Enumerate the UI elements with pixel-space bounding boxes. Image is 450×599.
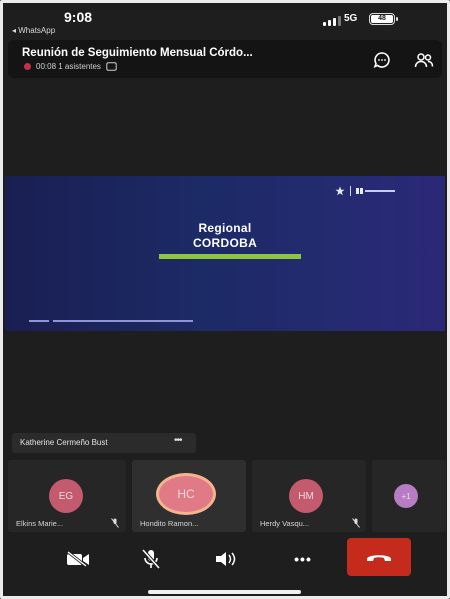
participant-tile[interactable]: HM Herdy Vasqu...: [252, 460, 366, 532]
speaker-icon: [216, 552, 236, 566]
chat-icon[interactable]: [372, 50, 392, 70]
avatar: HC: [156, 473, 216, 515]
meeting-info: 00:08 1 asistentes: [24, 62, 117, 71]
clock: 9:08: [64, 9, 93, 25]
speaker-name: Katherine Cermeño Bust: [20, 438, 108, 447]
participant-name: Herdy Vasqu...: [260, 519, 310, 528]
participant-strip: EG Elkins Marie... HC Hondito Ramon... H…: [8, 460, 450, 532]
participant-tile-overflow[interactable]: +1: [372, 460, 446, 532]
back-to-app-link[interactable]: ◂ WhatsApp: [12, 26, 55, 35]
logo-wordmark-icon: [356, 188, 395, 194]
participant-name: Elkins Marie...: [16, 519, 64, 528]
mic-off-icon: [111, 518, 119, 528]
meeting-duration-attendees: 00:08 1 asistentes: [36, 62, 101, 71]
speaker-button[interactable]: [208, 544, 244, 574]
home-indicator[interactable]: [148, 590, 301, 594]
speaker-more-options[interactable]: •••: [174, 435, 182, 446]
organization-logo: [335, 186, 396, 196]
battery-tip: [396, 17, 398, 21]
signal-icon: [323, 16, 341, 26]
status-bar: 9:08 ◂ WhatsApp 5G 48: [0, 0, 450, 40]
slide-title-line1: Regional: [198, 221, 252, 235]
recording-dot-icon: [24, 63, 31, 70]
participant-name: Hondito Ramon...: [140, 519, 199, 528]
camera-off-icon: [67, 551, 89, 567]
mic-off-icon: [352, 518, 360, 528]
hang-up-button[interactable]: [347, 538, 411, 576]
battery-icon: 48: [369, 13, 395, 25]
stop-share-icon[interactable]: [106, 62, 117, 71]
star-icon: [335, 186, 345, 196]
mic-off-icon: [141, 548, 161, 570]
network-type: 5G: [344, 13, 358, 24]
participant-tile[interactable]: EG Elkins Marie...: [8, 460, 126, 532]
active-speaker-label[interactable]: Katherine Cermeño Bust •••: [12, 433, 196, 453]
meeting-title: Reunión de Seguimiento Mensual Córdo...: [22, 47, 253, 59]
more-options-button[interactable]: •••: [285, 544, 321, 574]
participant-tile-active[interactable]: HC Hondito Ramon...: [132, 460, 246, 532]
slide-accent-bar: [159, 254, 301, 259]
hang-up-icon: [367, 555, 391, 561]
avatar: +1: [394, 484, 418, 508]
mute-button[interactable]: [133, 544, 169, 574]
shared-screen: Regional CORDOBA: [5, 176, 445, 331]
avatar: HM: [289, 479, 323, 513]
call-controls: •••: [0, 536, 450, 582]
slide-title-line2: CORDOBA: [192, 236, 258, 250]
meeting-header[interactable]: Reunión de Seguimiento Mensual Córdo... …: [8, 40, 442, 78]
camera-toggle-button[interactable]: [60, 544, 96, 574]
participants-icon[interactable]: [414, 50, 434, 70]
battery-level: 48: [371, 15, 393, 23]
slide-footer-text-icon: [29, 320, 193, 322]
avatar: EG: [49, 479, 83, 513]
